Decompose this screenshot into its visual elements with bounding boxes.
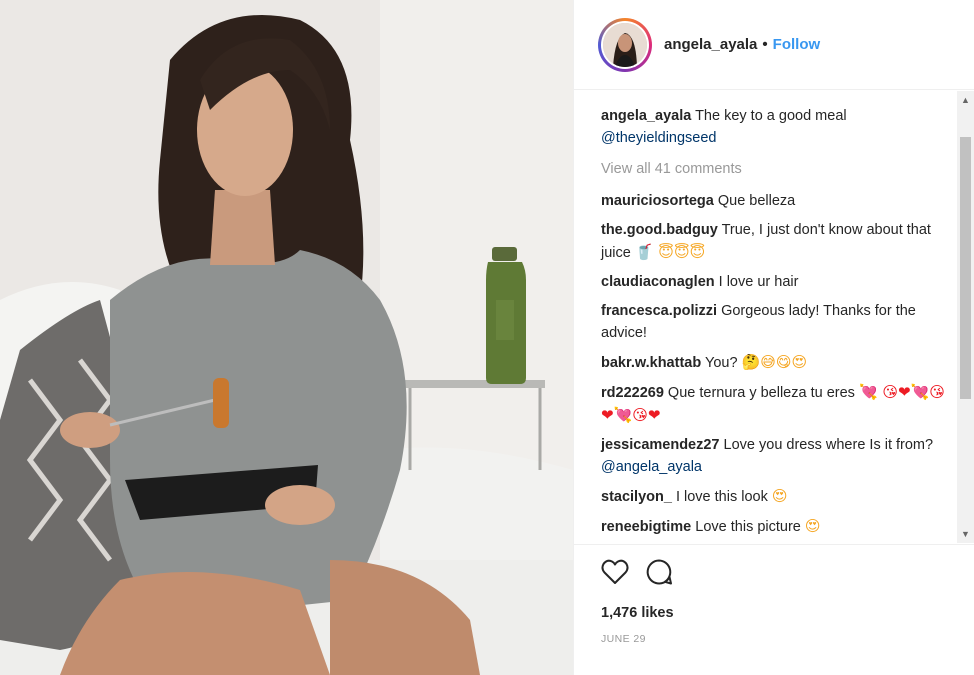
heart-outline-icon[interactable]	[601, 559, 629, 590]
comment-text: Love this picture	[695, 519, 801, 535]
comment-username[interactable]: mauriciosortega	[601, 193, 714, 209]
follow-button[interactable]: Follow	[773, 36, 821, 53]
comment-text: I love this look	[675, 489, 768, 505]
comment-username[interactable]: reneebigtime	[601, 519, 691, 535]
separator-dot: •	[762, 36, 768, 53]
comments-scrollbar[interactable]: ▲ ▼	[957, 91, 974, 543]
post-photo[interactable]	[0, 0, 573, 675]
comment-username[interactable]: claudiaconaglen	[601, 274, 715, 290]
comment-username[interactable]: rd222269	[601, 385, 664, 401]
comments-list[interactable]: angela_ayala The key to a good meal @the…	[574, 91, 957, 543]
comment-text: Love you dress where Is it from?	[723, 437, 934, 453]
scrollbar-thumb[interactable]	[960, 137, 971, 399]
comment-text: Que belleza	[717, 193, 796, 209]
view-all-comments-link[interactable]: View all 41 comments	[601, 158, 957, 180]
comment-emoji: 🤔😅😋😍	[741, 353, 808, 371]
caption-text: The key to a good meal	[695, 108, 847, 124]
comment-emoji: 🥤 😇😇😇	[634, 243, 706, 261]
avatar-image	[603, 22, 647, 67]
list-item: rd222269 Que ternura y belleza tu eres 💘…	[601, 381, 946, 427]
post-side-panel: angela_ayala • Follow angela_ayala The k…	[573, 0, 974, 675]
list-item: claudiaconaglen I love ur hair	[601, 271, 946, 293]
likes-count[interactable]: 1,476 likes	[601, 605, 974, 621]
post-date[interactable]: JUNE 29	[601, 633, 974, 645]
list-item: jessicamendez27 Love you dress where Is …	[601, 434, 946, 478]
post-header: angela_ayala • Follow	[574, 0, 974, 90]
caption-username[interactable]: angela_ayala	[601, 108, 691, 124]
list-item: francesca.polizzi Gorgeous lady! Thanks …	[601, 300, 946, 344]
caption-mention[interactable]: @theyieldingseed	[601, 130, 717, 146]
comment-mention[interactable]: @angela_ayala	[601, 459, 702, 475]
comment-text: I love ur hair	[718, 274, 799, 290]
caption: angela_ayala The key to a good meal @the…	[601, 105, 946, 149]
post-actions: 1,476 likes JUNE 29	[574, 544, 974, 675]
comment-username[interactable]: jessicamendez27	[601, 437, 720, 453]
comment-emoji: 😍	[771, 487, 788, 505]
comment-text: You?	[704, 355, 738, 371]
comment-username[interactable]: francesca.polizzi	[601, 303, 717, 319]
comment-username[interactable]: stacilyon_	[601, 489, 672, 505]
list-item: the.good.badguy True, I just don't know …	[601, 219, 946, 264]
comment-emoji: 😍	[804, 517, 821, 535]
comment-text: Que ternura y belleza tu eres	[667, 385, 855, 401]
list-item: bakr.w.khattab You? 🤔😅😋😍	[601, 351, 946, 374]
comment-username[interactable]: the.good.badguy	[601, 222, 718, 238]
comment-bubble-icon[interactable]	[645, 558, 673, 591]
list-item: stacilyon_ I love this look 😍	[601, 485, 946, 508]
scroll-down-icon[interactable]: ▼	[961, 529, 970, 539]
username-link[interactable]: angela_ayala	[664, 36, 757, 53]
photo-illustration	[0, 0, 573, 675]
avatar[interactable]	[598, 17, 652, 72]
scroll-up-icon[interactable]: ▲	[961, 95, 970, 105]
comment-username[interactable]: bakr.w.khattab	[601, 355, 701, 371]
list-item: reneebigtime Love this picture 😍	[601, 515, 946, 538]
list-item: mauriciosortega Que belleza	[601, 190, 946, 212]
